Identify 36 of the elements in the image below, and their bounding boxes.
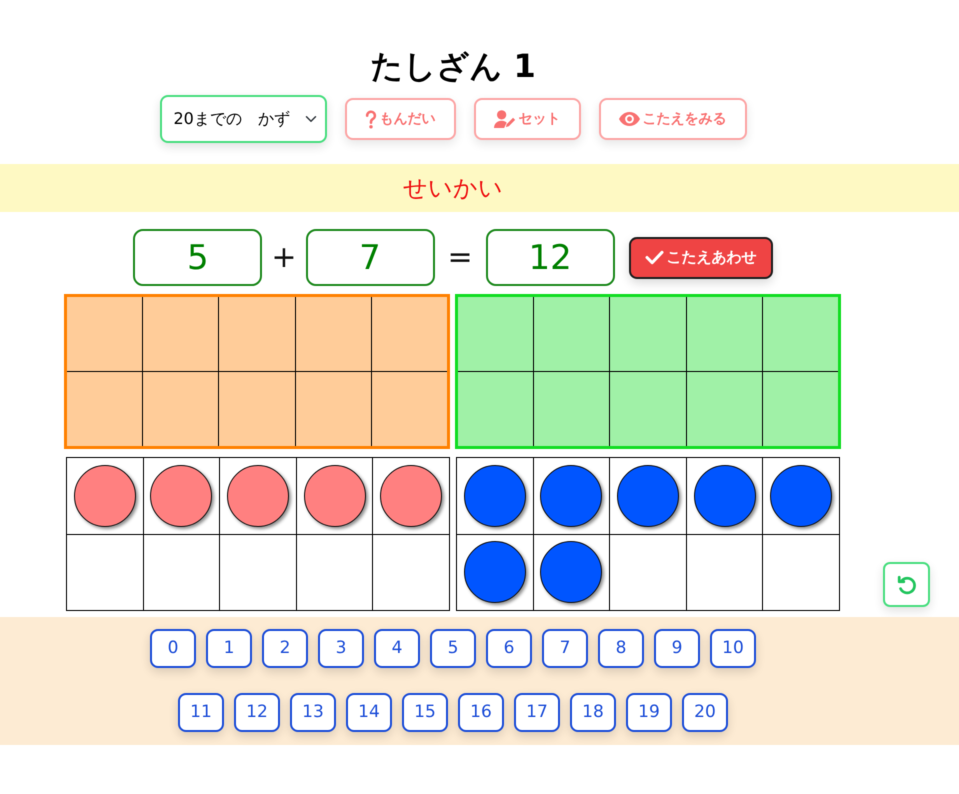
question-icon [364,110,376,128]
equals-sign: = [448,240,473,276]
number-button[interactable]: 18 [570,693,616,732]
number-button[interactable]: 10 [710,629,756,668]
plus-sign: + [271,240,296,276]
number-button[interactable]: 17 [514,693,560,732]
number-button[interactable]: 4 [374,629,420,668]
result-text: せいかい [403,173,503,203]
number-field[interactable]: 7 [306,229,434,286]
range-select[interactable]: 20までの かず [160,95,326,143]
number-button[interactable]: 5 [430,629,476,668]
eye-icon [618,112,640,126]
number-button[interactable]: 12 [234,693,280,732]
number-button[interactable]: 7 [542,629,588,668]
number-button[interactable]: 9 [654,629,700,668]
page-title: たしざん 1 [370,47,536,85]
check-icon [644,250,664,265]
undo-icon [896,574,918,596]
number-button[interactable]: 13 [290,693,336,732]
check-answer-button[interactable]: こたえあわせ [628,236,773,278]
number-button[interactable]: 3 [318,629,364,668]
number-button[interactable]: 2 [262,629,308,668]
number-button[interactable]: 16 [458,693,504,732]
number-button[interactable]: 11 [178,693,224,732]
number-button[interactable]: 20 [682,693,728,732]
number-button[interactable]: 14 [346,693,392,732]
number-button[interactable]: 1 [206,629,252,668]
number-button[interactable]: 8 [598,629,644,668]
number-button[interactable]: 0 [150,629,196,668]
number-button[interactable]: 15 [402,693,448,732]
number-field[interactable]: 5 [133,229,262,286]
number-field[interactable]: 12 [486,229,615,286]
number-button[interactable]: 19 [626,693,672,732]
user-pen-icon [494,110,516,128]
reset-button[interactable] [883,562,930,607]
number-button[interactable]: 6 [486,629,532,668]
